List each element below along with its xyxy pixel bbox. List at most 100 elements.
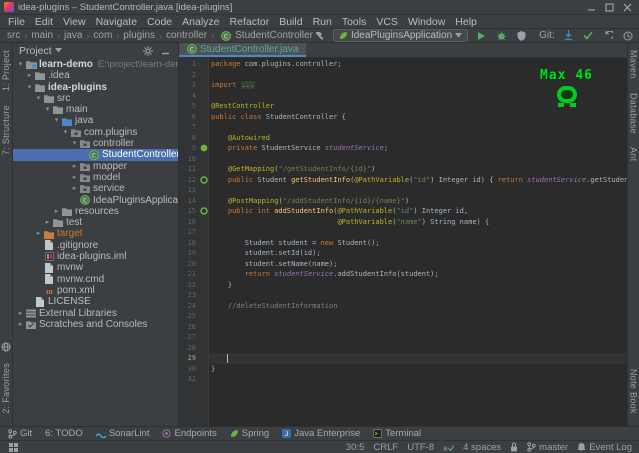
code-line-15[interactable]: 15 public int addStudentInfo(@PathVariab… (179, 206, 627, 217)
tree-item-resources[interactable]: ▸ resources (13, 206, 178, 217)
menu-file[interactable]: File (3, 16, 30, 28)
tool-stripe-button-ant[interactable]: Ant (629, 147, 639, 161)
tree-item-src[interactable]: ▾ src (13, 93, 178, 104)
build-button[interactable] (313, 29, 326, 42)
tree-item-idea[interactable]: ▸ .idea (13, 70, 178, 81)
menu-view[interactable]: View (58, 16, 91, 28)
debug-button[interactable] (495, 29, 508, 42)
tool-window-button-terminal[interactable]: Terminal (373, 428, 421, 439)
code-line-7[interactable]: 7 (179, 122, 627, 133)
code-line-22[interactable]: 22 } (179, 280, 627, 291)
code-line-21[interactable]: 21 return studentService.addStudentInfo(… (179, 269, 627, 280)
breadcrumb-com[interactable]: com (92, 30, 113, 41)
git-revert-button[interactable] (602, 29, 615, 42)
code-line-30[interactable]: 30} (179, 364, 627, 375)
menu-help[interactable]: Help (450, 16, 482, 28)
code-line-20[interactable]: 20 student.setName(name); (179, 259, 627, 270)
status-spellcheck[interactable]: a (443, 443, 455, 452)
code-line-13[interactable]: 13 (179, 185, 627, 196)
tree-expand-arrow[interactable]: ▸ (70, 183, 79, 194)
status-line-separator[interactable]: CRLF (373, 442, 398, 453)
breadcrumb-main[interactable]: main (30, 30, 54, 41)
tree-expand-arrow[interactable]: ▸ (16, 319, 25, 330)
tree-item-pom-xml[interactable]: m pom.xml (13, 285, 178, 296)
menu-code[interactable]: Code (142, 16, 177, 28)
run-button[interactable] (475, 29, 488, 42)
tool-window-switcher-icon[interactable] (7, 441, 20, 453)
code-line-16[interactable]: 16 @PathVariable("name") String name) { (179, 217, 627, 228)
tree-expand-arrow[interactable]: ▾ (70, 138, 79, 149)
tool-window-button-git[interactable]: Git (8, 428, 32, 439)
menu-analyze[interactable]: Analyze (177, 16, 224, 28)
breadcrumb-src[interactable]: src (6, 30, 21, 41)
code-line-19[interactable]: 19 student.setId(id); (179, 248, 627, 259)
tool-window-button-6-todo[interactable]: 6: TODO (45, 428, 83, 439)
tree-item-learn-demo[interactable]: ▾ learn-demo E:\project\learn-demo (13, 59, 178, 70)
tree-item-mvnw[interactable]: mvnw (13, 262, 178, 273)
tree-item-scratches-and-consoles[interactable]: ▸ Scratches and Consoles (13, 319, 178, 330)
menu-tools[interactable]: Tools (337, 16, 372, 28)
code-line-25[interactable]: 25 (179, 311, 627, 322)
close-button[interactable] (620, 1, 635, 13)
tree-expand-arrow[interactable]: ▸ (25, 70, 34, 81)
status-caret-position[interactable]: 30:5 (346, 442, 365, 453)
menu-edit[interactable]: Edit (30, 16, 58, 28)
tree-expand-arrow[interactable]: ▾ (25, 82, 34, 93)
status-git-branch[interactable]: master (527, 442, 568, 453)
tree-expand-arrow[interactable]: ▸ (16, 308, 25, 319)
web-icon[interactable] (1, 342, 11, 352)
tree-item-external-libraries[interactable]: ▸ External Libraries (13, 308, 178, 319)
tree-item-license[interactable]: LICENSE (13, 296, 178, 307)
tree-item-mapper[interactable]: ▸ mapper (13, 161, 178, 172)
minimize-button[interactable] (584, 1, 599, 13)
breadcrumb-file[interactable]: C StudentController (220, 30, 313, 41)
mapping-icon[interactable] (198, 175, 209, 186)
tree-expand-arrow[interactable]: ▾ (52, 115, 61, 126)
menu-navigate[interactable]: Navigate (91, 16, 142, 28)
panel-title[interactable]: Project (19, 45, 52, 57)
breadcrumb-plugins[interactable]: plugins (122, 30, 156, 41)
hide-panel-icon[interactable] (159, 44, 172, 57)
status-readonly-toggle[interactable] (510, 442, 518, 452)
tree-expand-arrow[interactable]: ▸ (52, 206, 61, 217)
code-line-31[interactable]: 31 (179, 374, 627, 385)
tree-item-java[interactable]: ▾ java (13, 115, 178, 126)
tree-item-service[interactable]: ▸ service (13, 183, 178, 194)
maximize-button[interactable] (602, 1, 617, 13)
tree-item-idea-plugins[interactable]: ▾ idea-plugins (13, 82, 178, 93)
gear-icon[interactable] (141, 44, 154, 57)
coverage-button[interactable] (515, 29, 528, 42)
breadcrumb-controller[interactable]: controller (165, 30, 208, 41)
bean-icon[interactable] (198, 143, 209, 154)
tool-stripe-button-1-project[interactable]: 1: Project (1, 50, 11, 91)
code-line-6[interactable]: 6 public class StudentController { (179, 112, 627, 123)
status-indent[interactable]: 4 spaces (463, 442, 501, 453)
tree-expand-arrow[interactable]: ▾ (43, 104, 52, 115)
tree-expand-arrow[interactable]: ▸ (34, 228, 43, 239)
menu-build[interactable]: Build (274, 16, 307, 28)
status-encoding[interactable]: UTF-8 (407, 442, 434, 453)
tree-expand-arrow[interactable]: ▸ (70, 161, 79, 172)
tree-item-test[interactable]: ▸ test (13, 217, 178, 228)
tool-stripe-button-7-structure[interactable]: 7: Structure (1, 105, 11, 155)
code-line-11[interactable]: 11 @GetMapping("/getStudentInfo/{id}") (179, 164, 627, 175)
git-update-button[interactable] (562, 29, 575, 42)
tree-item-gitignore[interactable]: .gitignore (13, 240, 178, 251)
menu-refactor[interactable]: Refactor (225, 16, 275, 28)
code-line-14[interactable]: 14 @PostMapping("/addStudentInfo/{id}/{n… (179, 196, 627, 207)
code-line-12[interactable]: 12 public Student getStudentInfo(@PathVa… (179, 175, 627, 186)
tree-item-target[interactable]: ▸ target (13, 228, 178, 239)
tree-expand-arrow[interactable]: ▾ (61, 127, 70, 138)
code-line-8[interactable]: 8 @Autowired (179, 133, 627, 144)
code-line-9[interactable]: 9 private StudentService studentService; (179, 143, 627, 154)
tool-window-button-spring[interactable]: Spring (230, 428, 269, 439)
code-line-26[interactable]: 26 (179, 322, 627, 333)
tree-item-main[interactable]: ▾ main (13, 104, 178, 115)
tool-window-button-sonarlint[interactable]: SonarLint (95, 428, 149, 439)
code-line-18[interactable]: 18 Student student = new Student(); (179, 238, 627, 249)
breadcrumb-java[interactable]: java (63, 30, 83, 41)
git-commit-button[interactable] (582, 29, 595, 42)
tree-item-idea-plugins-iml[interactable]: idea-plugins.iml (13, 251, 178, 262)
menu-window[interactable]: Window (403, 16, 450, 28)
tab-studentcontroller[interactable]: C StudentController.java (179, 43, 307, 57)
